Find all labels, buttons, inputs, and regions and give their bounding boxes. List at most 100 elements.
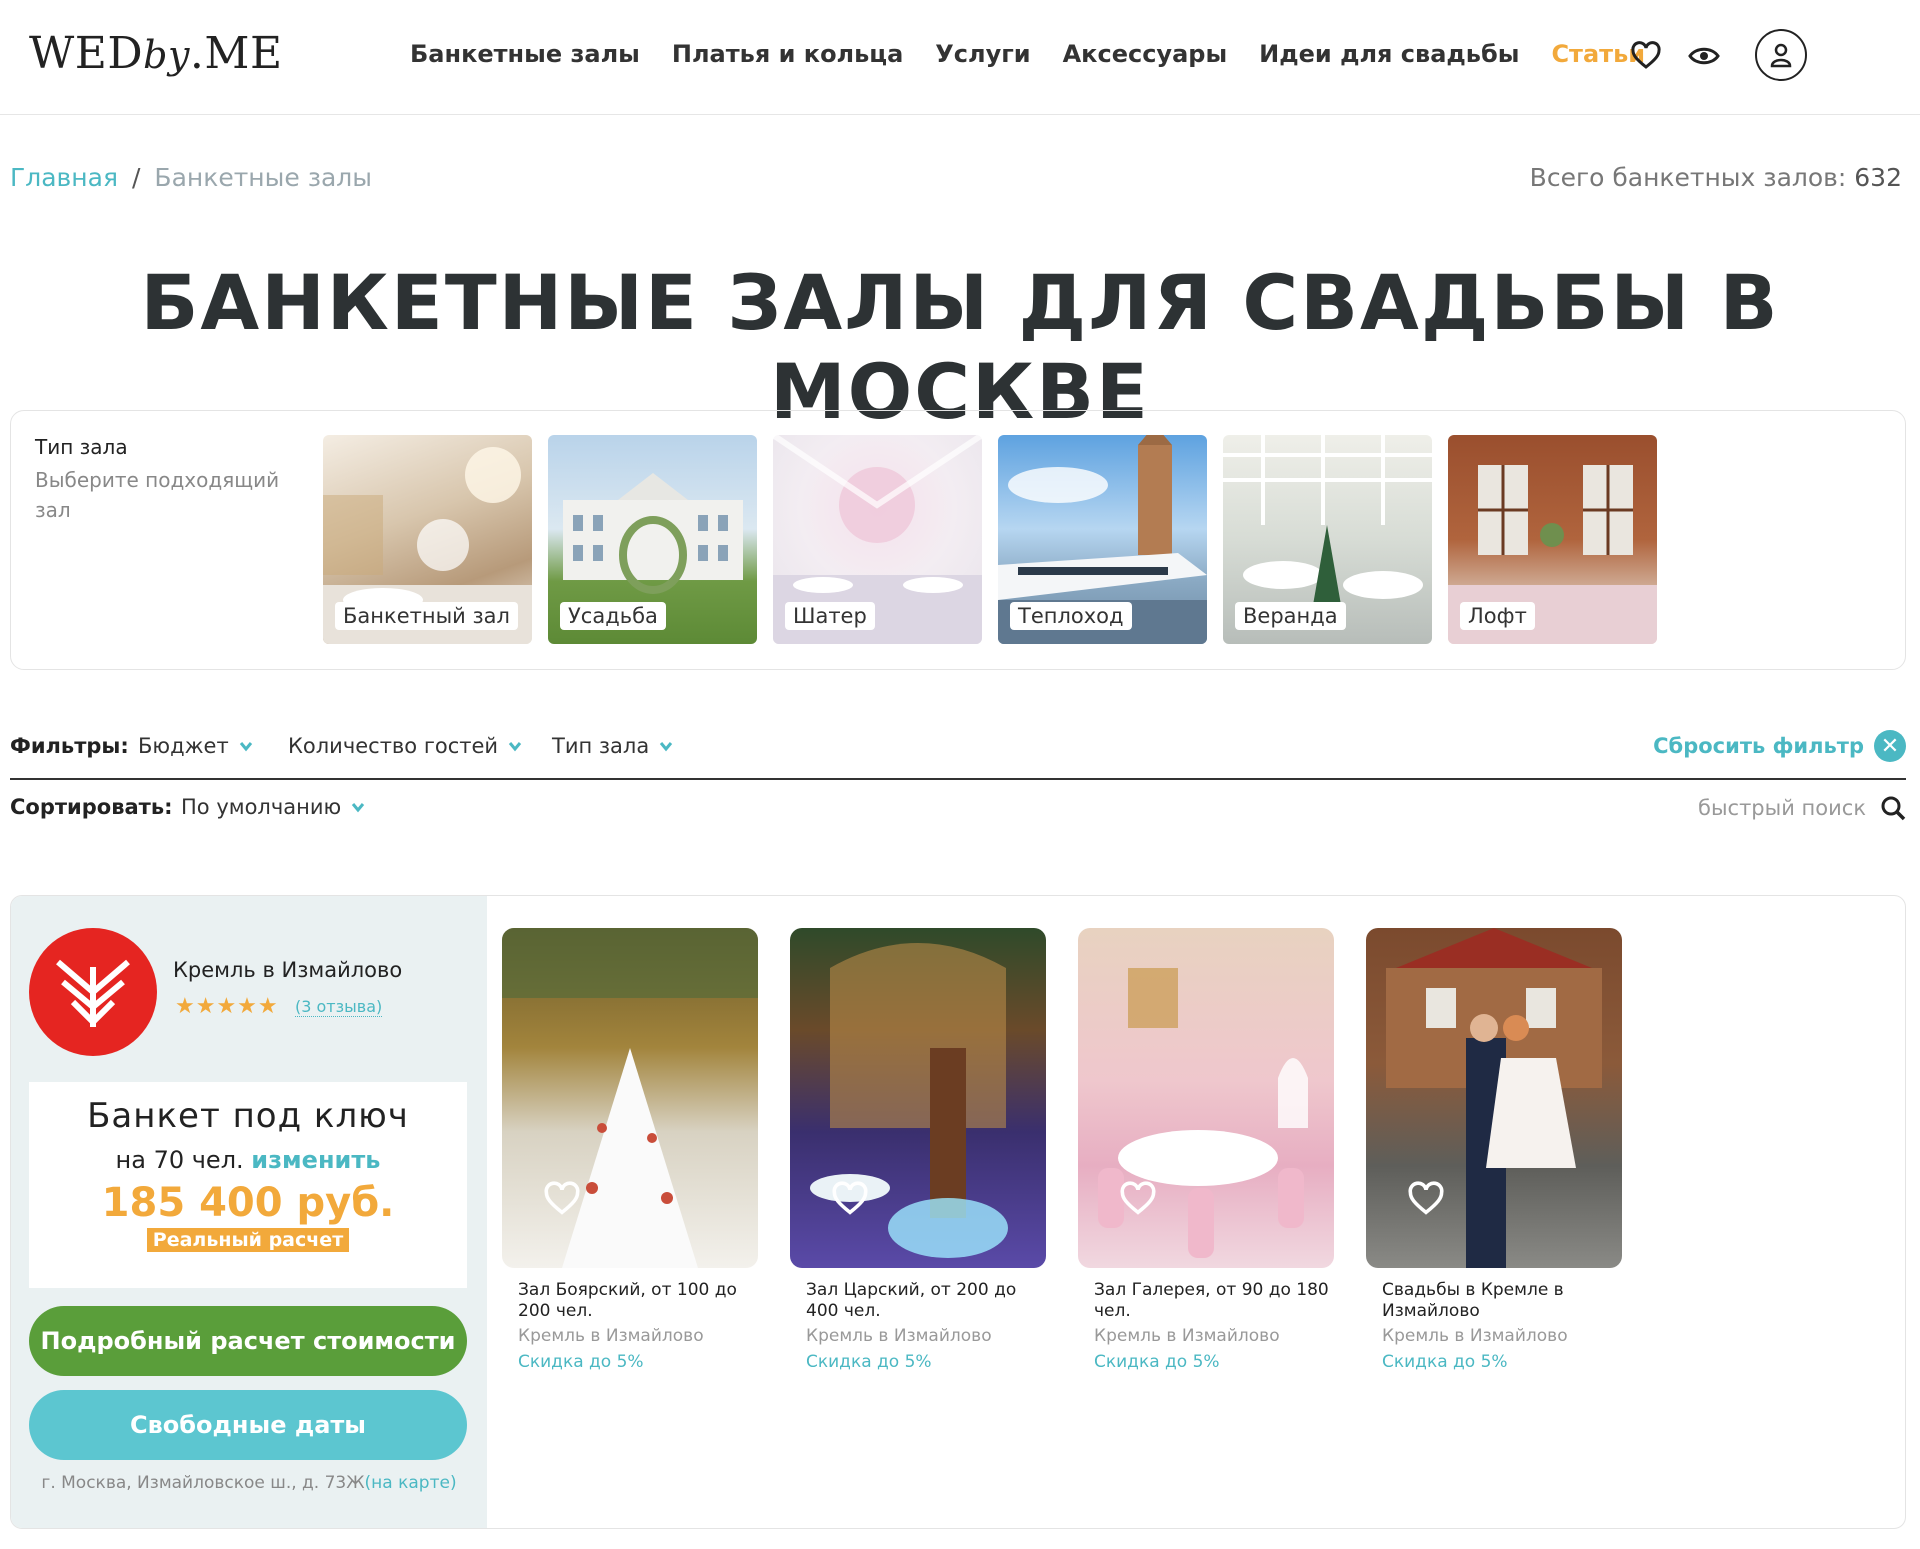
hall-type-label: Шатер xyxy=(785,602,875,630)
hall-venue: Кремль в Измайлово xyxy=(1094,1326,1280,1346)
filter-hall-type[interactable]: Тип зала xyxy=(552,734,673,758)
hall-discount: Скидка до 5% xyxy=(1382,1352,1508,1372)
hall-photo xyxy=(1078,928,1334,1268)
hall-discount: Скидка до 5% xyxy=(1094,1352,1220,1372)
breadcrumb: Главная / Банкетные залы xyxy=(10,163,372,192)
hall-card-kremlin-weddings[interactable]: Свадьбы в Кремле в Измайлово Кремль в Из… xyxy=(1366,928,1622,1372)
detailed-calc-button[interactable]: Подробный расчет стоимости xyxy=(29,1306,467,1376)
search-icon[interactable] xyxy=(1880,795,1906,821)
filters-label: Фильтры: xyxy=(10,734,129,758)
nav-banquet-halls[interactable]: Банкетные залы xyxy=(410,40,640,68)
hall-boyarsky-image xyxy=(502,928,758,1268)
filter-budget[interactable]: Бюджет xyxy=(138,734,253,758)
hall-type-tile-tent[interactable]: Шатер xyxy=(773,435,982,644)
hall-type-tile-veranda[interactable]: Веранда xyxy=(1223,435,1432,644)
filter-hall-type-label: Тип зала xyxy=(552,734,650,758)
real-calc-badge: Реальный расчет xyxy=(146,1228,350,1252)
filter-guests-label: Количество гостей xyxy=(288,734,499,758)
close-icon: ✕ xyxy=(1874,730,1906,762)
hall-type-subtitle: Выберите подходящий зал xyxy=(35,468,280,522)
map-link[interactable]: (на карте) xyxy=(365,1473,457,1493)
nav-accessories[interactable]: Аксессуары xyxy=(1063,40,1228,68)
sort-bar: Сортировать: По умолчанию быстрый поиск xyxy=(10,795,1906,835)
address-text: г. Москва, Измайловское ш., д. 73Ж xyxy=(41,1473,365,1493)
hall-photo xyxy=(1366,928,1622,1268)
hall-type-label: Веранда xyxy=(1235,602,1346,630)
reset-filter-label: Сбросить фильтр xyxy=(1653,734,1864,758)
total-halls-count: 632 xyxy=(1854,163,1902,192)
breadcrumb-home[interactable]: Главная xyxy=(10,163,118,192)
hall-name[interactable]: Зал Галерея, от 90 до 180 чел. xyxy=(1078,1280,1334,1322)
hall-name[interactable]: Зал Боярский, от 100 до 200 чел. xyxy=(502,1280,758,1322)
user-icon xyxy=(1770,43,1792,68)
banquet-title: Банкет под ключ xyxy=(87,1096,409,1136)
rating-stars: ★★★★★ xyxy=(175,994,279,1019)
price-value: 185 400 руб. xyxy=(101,1180,395,1226)
hall-discount: Скидка до 5% xyxy=(806,1352,932,1372)
hall-photo xyxy=(790,928,1046,1268)
filters-bar: Фильтры: Бюджет Количество гостей Тип за… xyxy=(10,730,1906,780)
hall-discount: Скидка до 5% xyxy=(518,1352,644,1372)
nav-services[interactable]: Услуги xyxy=(935,40,1030,68)
hall-type-tile-loft[interactable]: Лофт xyxy=(1448,435,1657,644)
guests-line: на 70 чел. изменить xyxy=(29,1146,467,1174)
chevron-down-icon xyxy=(508,742,522,752)
sort-value: По умолчанию xyxy=(181,795,342,819)
total-halls: Всего банкетных залов: 632 xyxy=(1530,163,1902,192)
nav-dresses-rings[interactable]: Платья и кольца xyxy=(672,40,903,68)
hall-venue: Кремль в Измайлово xyxy=(806,1326,992,1346)
filter-guests[interactable]: Количество гостей xyxy=(288,734,522,758)
quick-search-input[interactable]: быстрый поиск xyxy=(1698,796,1866,820)
account-button[interactable] xyxy=(1755,29,1807,81)
viewed-eye-icon[interactable] xyxy=(1688,40,1720,72)
breadcrumb-separator: / xyxy=(131,163,141,192)
hall-card-gallery[interactable]: Зал Галерея, от 90 до 180 чел. Кремль в … xyxy=(1078,928,1334,1372)
hall-type-label: Теплоход xyxy=(1010,602,1132,630)
quick-search[interactable]: быстрый поиск xyxy=(1698,795,1906,821)
site-logo[interactable]: WEDby.ME xyxy=(29,28,283,79)
venue-sidebar: Кремль в Измайлово ★★★★★ (3 отзыва) Банк… xyxy=(11,896,487,1528)
reviews-link[interactable]: (3 отзыва) xyxy=(295,997,383,1017)
hall-type-tile-ship[interactable]: Теплоход xyxy=(998,435,1207,644)
venue-card: Кремль в Измайлово ★★★★★ (3 отзыва) Банк… xyxy=(10,895,1906,1529)
hall-photo xyxy=(502,928,758,1268)
chevron-down-icon xyxy=(660,742,673,752)
hall-type-title: Тип зала xyxy=(35,435,128,459)
sort-label: Сортировать: xyxy=(10,795,173,819)
guests-count: на 70 чел. xyxy=(115,1146,244,1174)
hall-type-panel: Тип зала Выберите подходящий зал Банкетн… xyxy=(10,410,1906,670)
favorite-heart-icon[interactable] xyxy=(830,1180,870,1216)
favorite-heart-icon[interactable] xyxy=(542,1180,582,1216)
filter-budget-label: Бюджет xyxy=(138,734,229,758)
free-dates-button[interactable]: Свободные даты xyxy=(29,1390,467,1460)
hall-gallery-image xyxy=(1098,968,1308,1258)
kremlin-logo-icon xyxy=(56,959,130,1027)
venue-name[interactable]: Кремль в Измайлово xyxy=(173,958,402,982)
favorite-heart-icon[interactable] xyxy=(1406,1180,1446,1216)
hall-type-tile-estate[interactable]: Усадьба xyxy=(548,435,757,644)
hall-type-label: Усадьба xyxy=(560,602,666,630)
hall-type-label: Банкетный зал xyxy=(335,602,518,630)
hall-card-tsarsky[interactable]: Зал Царский, от 200 до 400 чел. Кремль в… xyxy=(790,928,1046,1372)
favorite-heart-icon[interactable] xyxy=(1118,1180,1158,1216)
change-guests-link[interactable]: изменить xyxy=(251,1146,380,1174)
favorites-heart-icon[interactable] xyxy=(1630,40,1662,72)
reset-filter-button[interactable]: Сбросить фильтр ✕ xyxy=(1653,730,1906,762)
total-halls-label: Всего банкетных залов: xyxy=(1529,163,1847,192)
hall-name[interactable]: Зал Царский, от 200 до 400 чел. xyxy=(790,1280,1046,1322)
sort-select[interactable]: По умолчанию xyxy=(181,795,365,819)
hall-card-boyarsky[interactable]: Зал Боярский, от 100 до 200 чел. Кремль … xyxy=(502,928,758,1372)
nav-wedding-ideas[interactable]: Идеи для свадьбы xyxy=(1259,40,1519,68)
venue-address: г. Москва, Измайловское ш., д. 73Ж(на ка… xyxy=(11,1473,487,1493)
hall-tsarsky-image xyxy=(810,943,1008,1258)
hall-venue: Кремль в Измайлово xyxy=(518,1326,704,1346)
chevron-down-icon xyxy=(239,742,252,752)
hall-type-label: Лофт xyxy=(1460,602,1535,630)
venue-logo[interactable] xyxy=(29,928,157,1056)
breadcrumb-current: Банкетные залы xyxy=(154,163,373,192)
hall-type-tile-banquet[interactable]: Банкетный зал xyxy=(323,435,532,644)
hall-name[interactable]: Свадьбы в Кремле в Измайлово xyxy=(1366,1280,1622,1322)
chevron-down-icon xyxy=(352,803,365,813)
hall-venue: Кремль в Измайлово xyxy=(1382,1326,1568,1346)
main-nav: Банкетные залы Платья и кольца Услуги Ак… xyxy=(410,40,1645,68)
